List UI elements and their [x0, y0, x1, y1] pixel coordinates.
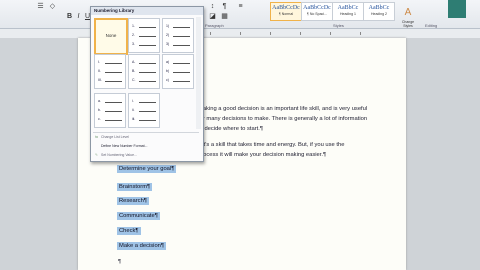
numbering-format-tile[interactable]: I. II. III. — [94, 54, 126, 89]
sort-icon[interactable]: ↕ — [208, 3, 217, 11]
numbering-format-tile[interactable]: 1) 2) 3) — [162, 18, 194, 53]
style-name: Heading 1 — [340, 12, 356, 16]
line-spacing-icon[interactable]: ≡ — [236, 3, 245, 11]
list-item[interactable]: Research¶ — [117, 197, 149, 205]
group-label-styles: Styles — [333, 23, 344, 28]
bullets-icon[interactable]: ☰ — [36, 3, 45, 11]
right-gutter — [406, 38, 480, 270]
list-item[interactable]: Brainstorm¶ — [117, 183, 153, 191]
italic-icon[interactable]: I — [74, 13, 83, 21]
numbering-format-tile[interactable]: a) b) c) — [162, 54, 194, 89]
left-gutter — [0, 38, 78, 270]
bold-icon[interactable]: B — [65, 13, 74, 21]
list-item[interactable]: Make a decision¶ — [117, 242, 167, 250]
style-sample: AaBbCcDc — [303, 5, 331, 11]
style-sample: AaBbCc — [368, 5, 390, 11]
doc-line: Making a good decision is an important l… — [198, 106, 368, 112]
numbering-format-tile[interactable]: i. ii. iii. — [128, 93, 160, 128]
menu-label: Change List Level — [101, 135, 130, 139]
shading-icon[interactable]: ◪ — [208, 13, 217, 21]
menu-label: Define New Number Format... — [101, 144, 148, 148]
doc-line: It's a skill that takes time and energy.… — [202, 142, 345, 148]
style-name: ¶ No Spaci... — [307, 12, 327, 16]
group-label-editing: Editing — [425, 23, 438, 28]
paragraph-mark: ¶ — [118, 259, 122, 265]
menu-change-list-level[interactable]: ⇆ Change List Level — [95, 135, 129, 139]
menu-separator — [93, 132, 199, 133]
style-no-spacing[interactable]: AaBbCcDc ¶ No Spaci... — [301, 2, 333, 21]
style-name: ¶ Normal — [278, 12, 294, 16]
style-sample: AaBbCc — [337, 5, 359, 11]
change-styles-button[interactable]: A Change Styles — [397, 2, 419, 28]
change-styles-icon: A — [404, 7, 412, 18]
none-label: None — [105, 33, 117, 38]
numbering-format-tile[interactable]: 1. 2. 3. — [128, 18, 160, 53]
style-normal[interactable]: AaBbCcDc ¶ Normal — [270, 2, 302, 21]
pilcrow-icon[interactable]: ¶ — [220, 3, 229, 11]
numbering-format-tile[interactable]: a. b. c. — [94, 93, 126, 128]
ruler-tick — [240, 32, 241, 35]
numbering-library-scrollbar[interactable] — [196, 17, 201, 129]
list-item[interactable]: Determine your goal¶ — [117, 165, 177, 173]
style-sample: AaBbCcDc — [272, 5, 300, 11]
ribbon: ☰ ◇ B I U ↕ ¶ ◪ ▦ ≡ AaBbCcDc ¶ Normal Aa… — [0, 0, 480, 29]
borders-icon[interactable]: ▦ — [220, 13, 229, 21]
numbering-format-none[interactable]: None — [94, 18, 128, 55]
numbering-format-tile[interactable]: A. B. C. — [128, 54, 160, 89]
group-label-paragraph: Paragraph — [205, 23, 224, 28]
numbering-library-dropdown[interactable]: Numbering Library None 1. 2. 3. 1) 2) 3)… — [90, 6, 204, 162]
ruler-tick — [330, 32, 331, 35]
doc-line: to decide where to start.¶ — [198, 126, 263, 132]
menu-set-numbering-value[interactable]: ✎ Set Numbering Value... — [95, 153, 137, 157]
list-item[interactable]: Check¶ — [117, 227, 141, 235]
style-heading-2[interactable]: AaBbCc Heading 2 — [363, 2, 395, 21]
ruler-tick — [270, 32, 271, 35]
ruler-tick — [210, 32, 211, 35]
change-styles-label: Change Styles — [401, 20, 415, 28]
menu-label: Set Numbering Value... — [101, 153, 137, 157]
ruler-tick — [300, 32, 301, 35]
doc-line: for many decisions to make. There is gen… — [198, 116, 368, 122]
style-name: Heading 2 — [371, 12, 387, 16]
logo-badge — [448, 0, 466, 18]
numbering-library-title: Numbering Library — [91, 7, 203, 15]
doc-line: process it will make your decision makin… — [198, 152, 327, 158]
style-heading-1[interactable]: AaBbCc Heading 1 — [332, 2, 364, 21]
list-item[interactable]: Communicate¶ — [117, 212, 160, 220]
clear-format-icon[interactable]: ◇ — [48, 3, 57, 11]
ruler-tick — [360, 32, 361, 35]
menu-define-new-number-format[interactable]: Define New Number Format... — [95, 144, 148, 148]
